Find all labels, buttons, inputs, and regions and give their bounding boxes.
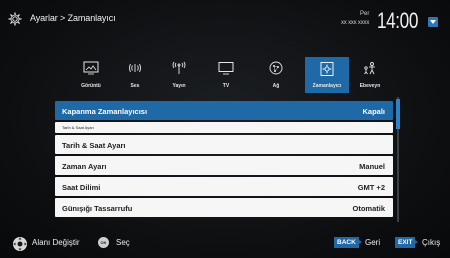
- arrow-right-icon: [358, 240, 362, 244]
- tab-label: Ağ: [272, 83, 280, 89]
- broadcast-icon: [172, 61, 186, 74]
- item-key: Saat Dilimi: [62, 183, 101, 192]
- category-tabs: Görüntü Ses Yayın TV Ağ Zamanlayıcı Ebev…: [72, 57, 384, 93]
- chevron-down-icon: [430, 20, 436, 24]
- tab-label: Ebeveyn: [359, 83, 381, 89]
- parental-icon: [364, 62, 375, 75]
- tab-yayin[interactable]: Yayın: [160, 57, 198, 93]
- item-value: Otomatik: [352, 204, 385, 213]
- item-value: GMT +2: [357, 183, 385, 192]
- day-label: Per: [360, 11, 370, 17]
- select-hint: Seç: [116, 238, 130, 247]
- ok-button-icon: OK: [98, 237, 109, 248]
- back-key-badge[interactable]: BACK: [334, 237, 362, 248]
- list-item-time-zone[interactable]: Saat Dilimi GMT +2: [55, 177, 393, 196]
- item-key: Tarih & Saat Ayarı: [62, 141, 126, 150]
- settings-gear-icon: [8, 12, 22, 26]
- exit-hint: Çıkış: [422, 238, 441, 247]
- list-item-daylight-saving[interactable]: Günışığı Tassarrufu Otomatik: [55, 198, 393, 217]
- tab-goruntu[interactable]: Görüntü: [72, 57, 110, 93]
- tab-label: Görüntü: [81, 83, 101, 89]
- list-item-time-setting[interactable]: Zaman Ayarı Manuel: [55, 156, 393, 175]
- list-item-date-time[interactable]: Tarih & Saat Ayarı: [55, 135, 393, 154]
- exit-key-label: EXIT: [398, 239, 413, 246]
- item-value: Manuel: [359, 162, 385, 171]
- top-bar: Ayarlar > Zamanlayıcı Per xx xxx xxxx 14…: [0, 0, 450, 40]
- clock: 14:00: [377, 8, 418, 33]
- bottom-hint-bar: Alanı Değiştir OK Seç BACK Geri EXIT Çık…: [0, 230, 450, 258]
- dpad-icon: [13, 237, 27, 251]
- tab-label: Zamanlayıcı: [312, 83, 342, 89]
- tab-label: Ses: [130, 83, 140, 89]
- date-label: xx xxx xxxx: [341, 20, 370, 26]
- network-icon: [269, 61, 283, 75]
- picture-icon: [83, 61, 99, 75]
- section-header: Tarih & Saat Ayarı: [55, 122, 393, 133]
- arrow-right-icon: [415, 240, 419, 244]
- back-key-label: BACK: [337, 239, 356, 246]
- tab-ses[interactable]: Ses: [116, 57, 154, 93]
- breadcrumb: Ayarlar > Zamanlayıcı: [30, 13, 116, 23]
- tab-ag[interactable]: Ağ: [257, 57, 295, 93]
- tab-label: Yayın: [172, 83, 186, 89]
- clock-dropdown-button[interactable]: [428, 17, 438, 27]
- item-key: Günışığı Tassarrufu: [62, 204, 133, 213]
- item-value: Kapalı: [362, 107, 385, 116]
- back-hint: Geri: [365, 238, 381, 247]
- tab-zamanlayici[interactable]: Zamanlayıcı: [305, 57, 349, 93]
- exit-key-badge[interactable]: EXIT: [395, 237, 419, 248]
- section-title: Tarih & Saat Ayarı: [62, 125, 94, 130]
- timer-gear-icon: [320, 62, 334, 76]
- tv-icon: [218, 62, 234, 75]
- scrollbar-thumb[interactable]: [396, 99, 400, 129]
- sound-icon: [129, 63, 141, 73]
- tab-ebeveyn[interactable]: Ebeveyn: [352, 57, 388, 93]
- navigate-hint: Alanı Değiştir: [32, 238, 80, 247]
- item-key: Zaman Ayarı: [62, 162, 107, 171]
- tab-tv[interactable]: TV: [207, 57, 245, 93]
- item-key: Kapanma Zamanlayıcısı: [62, 107, 148, 116]
- list-item-sleep-timer[interactable]: Kapanma Zamanlayıcısı Kapalı: [55, 101, 393, 120]
- tab-label: TV: [222, 83, 230, 89]
